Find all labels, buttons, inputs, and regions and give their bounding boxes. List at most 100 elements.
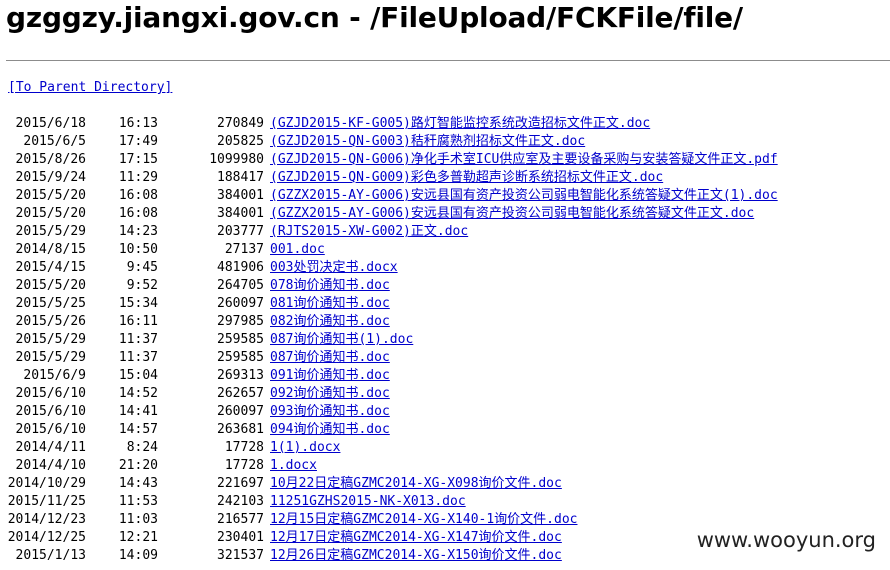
file-row: 2015/6/10 14:41 260097 093询价通知书.doc: [0, 403, 890, 421]
file-time: 10:50: [118, 242, 158, 257]
file-link[interactable]: 092询价通知书.doc: [270, 385, 390, 403]
file-time: 11:53: [118, 494, 158, 509]
file-size: 384001: [217, 188, 264, 203]
file-link[interactable]: 11251GZHS2015-NK-X013.doc: [270, 493, 466, 511]
file-row: 2015/11/25 11:53 242103 11251GZHS2015-NK-X0…: [0, 493, 890, 511]
file-time: 11:37: [118, 332, 158, 347]
file-link[interactable]: (GZJD2015-KF-G005)路灯智能监控系统改造招标文件正文.doc: [270, 115, 650, 133]
file-link[interactable]: (GZZX2015-AY-G006)安远县国有资产投资公司弱电智能化系统答疑文件…: [270, 205, 754, 223]
file-row: 2015/9/24 11:29 188417 (GZJD2015-QN-G009)彩色…: [0, 169, 890, 187]
file-link[interactable]: 1(1).docx: [270, 439, 340, 457]
file-row: 2015/5/26 16:11 297985 082询价通知书.doc: [0, 313, 890, 331]
file-link[interactable]: (GZJD2015-QN-G009)彩色多普勒超声诊断系统招标文件正文.doc: [270, 169, 663, 187]
file-link[interactable]: 082询价通知书.doc: [270, 313, 390, 331]
file-link[interactable]: 003处罚决定书.docx: [270, 259, 398, 277]
file-size: 259585: [217, 332, 264, 347]
file-link[interactable]: 087询价通知书.doc: [270, 349, 390, 367]
file-link[interactable]: 093询价通知书.doc: [270, 403, 390, 421]
file-time: 17:49: [118, 134, 158, 149]
file-size: 321537: [217, 548, 264, 563]
file-size: 263681: [217, 422, 264, 437]
file-time: 17:15: [118, 152, 158, 167]
file-date: 2015/6/9: [23, 368, 86, 383]
title-divider: [6, 60, 890, 61]
file-link[interactable]: 12月17日定稿GZMC2014-XG-X147询价文件.doc: [270, 529, 562, 547]
parent-directory-link[interactable]: [To Parent Directory]: [8, 79, 172, 97]
file-time: 15:04: [118, 368, 158, 383]
file-date: 2015/5/29: [15, 350, 86, 365]
file-time: 9:52: [126, 278, 158, 293]
file-link[interactable]: 078询价通知书.doc: [270, 277, 390, 295]
file-date: 2015/6/10: [15, 404, 86, 419]
file-link[interactable]: 12月26日定稿GZMC2014-XG-X150询价文件.doc: [270, 547, 562, 565]
file-date: 2015/5/20: [15, 278, 86, 293]
file-link[interactable]: 091询价通知书.doc: [270, 367, 390, 385]
file-date: 2014/12/23: [7, 512, 86, 527]
file-row: 2015/6/10 14:57 263681 094询价通知书.doc: [0, 421, 890, 439]
file-link[interactable]: (GZZX2015-AY-G006)安远县国有资产投资公司弱电智能化系统答疑文件…: [270, 187, 778, 205]
file-date: 2015/6/10: [15, 422, 86, 437]
file-row: 2014/4/10 21:20 17728 1.docx: [0, 457, 890, 475]
file-link[interactable]: 12月15日定稿GZMC2014-XG-X140-1询价文件.doc: [270, 511, 578, 529]
file-date: 2015/6/10: [15, 386, 86, 401]
file-row: 2015/6/18 16:13 270849 (GZJD2015-KF-G005)路灯…: [0, 115, 890, 133]
file-link[interactable]: 10月22日定稿GZMC2014-XG-X098询价文件.doc: [270, 475, 562, 493]
file-link[interactable]: 1.docx: [270, 457, 317, 475]
file-link[interactable]: 001.doc: [270, 241, 325, 259]
watermark: www.wooyun.org: [692, 526, 880, 554]
file-size: 221697: [217, 476, 264, 491]
file-date: 2015/6/18: [15, 116, 86, 131]
file-row: 2015/5/20 16:08 384001 (GZZX2015-AY-G006)安远…: [0, 205, 890, 223]
file-row: 2015/5/25 15:34 260097 081询价通知书.doc: [0, 295, 890, 313]
file-date: 2015/5/20: [15, 206, 86, 221]
file-time: 11:37: [118, 350, 158, 365]
file-time: 16:08: [118, 188, 158, 203]
file-time: 15:34: [118, 296, 158, 311]
file-size: 260097: [217, 404, 264, 419]
file-time: 14:23: [118, 224, 158, 239]
file-size: 203777: [217, 224, 264, 239]
file-date: 2014/8/15: [15, 242, 86, 257]
file-time: 14:09: [118, 548, 158, 563]
file-link[interactable]: (GZJD2015-QN-G003)秸秆腐熟剂招标文件正文.doc: [270, 133, 585, 151]
file-size: 384001: [217, 206, 264, 221]
file-row: 2015/4/15 9:45 481906 003处罚决定书.docx: [0, 259, 890, 277]
file-link[interactable]: 094询价通知书.doc: [270, 421, 390, 439]
file-date: 2014/4/10: [15, 458, 86, 473]
file-size: 270849: [217, 116, 264, 131]
file-date: 2014/10/29: [7, 476, 86, 491]
file-link[interactable]: (GZJD2015-QN-G006)净化手术室ICU供应室及主要设备采购与安装答…: [270, 151, 778, 169]
file-time: 14:41: [118, 404, 158, 419]
file-link[interactable]: (RJTS2015-XW-G002)正文.doc: [270, 223, 468, 241]
file-time: 16:13: [118, 116, 158, 131]
page-title: gzggzy.jiangxi.gov.cn - /FileUpload/FCKF…: [6, 1, 743, 34]
file-time: 16:08: [118, 206, 158, 221]
file-size: 216577: [217, 512, 264, 527]
file-link[interactable]: 081询价通知书.doc: [270, 295, 390, 313]
file-date: 2014/12/25: [7, 530, 86, 545]
file-date: 2015/5/20: [15, 188, 86, 203]
file-row: 2014/8/15 10:50 27137 001.doc: [0, 241, 890, 259]
file-size: 27137: [224, 242, 264, 257]
file-row: 2015/5/29 14:23 203777 (RJTS2015-XW-G002)正文…: [0, 223, 890, 241]
file-size: 205825: [217, 134, 264, 149]
file-time: 21:20: [118, 458, 158, 473]
file-time: 16:11: [118, 314, 158, 329]
file-time: 11:03: [118, 512, 158, 527]
file-size: 260097: [217, 296, 264, 311]
file-size: 481906: [217, 260, 264, 275]
file-date: 2015/4/15: [15, 260, 86, 275]
file-link[interactable]: 087询价通知书(1).doc: [270, 331, 413, 349]
file-row: 2014/10/29 14:43 221697 10月22日定稿GZMC2014-XG…: [0, 475, 890, 493]
file-date: 2015/5/29: [15, 332, 86, 347]
file-row: 2015/6/9 15:04 269313 091询价通知书.doc: [0, 367, 890, 385]
file-date: 2015/9/24: [15, 170, 86, 185]
file-size: 297985: [217, 314, 264, 329]
file-row: 2015/5/29 11:37 259585 087询价通知书.doc: [0, 349, 890, 367]
file-row: 2015/8/26 17:15 1099980 (GZJD2015-QN-G006)净…: [0, 151, 890, 169]
file-date: 2015/1/13: [15, 548, 86, 563]
file-row: 2015/6/5 17:49 205825 (GZJD2015-QN-G003)秸秆腐…: [0, 133, 890, 151]
file-time: 12:21: [118, 530, 158, 545]
file-size: 259585: [217, 350, 264, 365]
file-time: 14:57: [118, 422, 158, 437]
